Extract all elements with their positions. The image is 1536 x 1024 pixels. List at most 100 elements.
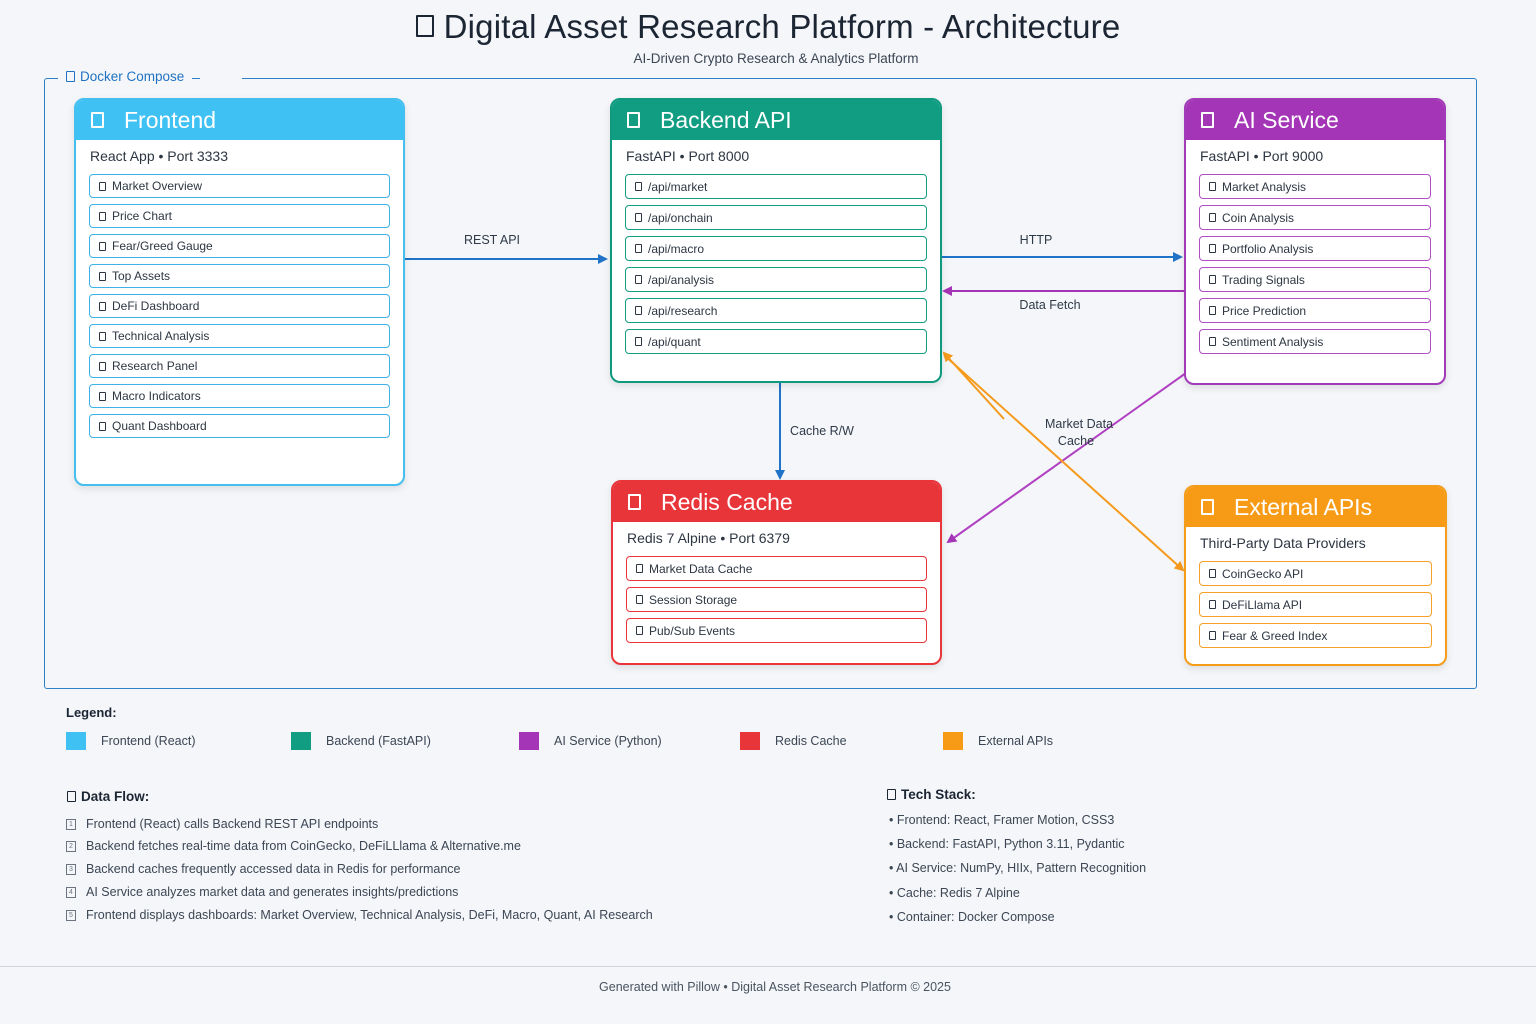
- page-title: Digital Asset Research Platform - Archit…: [0, 8, 1536, 46]
- item-icon: [1209, 182, 1216, 191]
- item-icon: [636, 564, 643, 573]
- step-number: 4: [66, 886, 76, 898]
- item-icon: [99, 241, 106, 251]
- data-flow-step: 3 Backend caches frequently accessed data…: [66, 862, 461, 876]
- service-item: /api/quant: [625, 329, 927, 354]
- ai-service-box: AI Service FastAPI • Port 9000 Market An…: [1184, 98, 1446, 385]
- frontend-items: Market Overview Price Chart Fear/Greed Gau…: [76, 174, 403, 438]
- service-item: /api/macro: [625, 236, 927, 261]
- step-number: 3: [66, 863, 76, 875]
- legend-swatch: [66, 732, 86, 750]
- legend-label: External APIs: [978, 734, 1054, 748]
- item-icon: [635, 182, 642, 191]
- item-icon: [99, 181, 106, 191]
- item-icon: [1209, 569, 1216, 578]
- step-text: Backend fetches real-time data from Coin…: [86, 839, 521, 853]
- legend-label: AI Service (Python): [554, 734, 662, 748]
- service-item: Market Overview: [89, 174, 390, 198]
- service-item-label: /api/research: [648, 303, 718, 318]
- tech-stack-icon: [887, 788, 896, 800]
- tech-stack-line: • Backend: FastAPI, Python 3.11, Pydanti…: [889, 837, 1125, 851]
- service-item: Technical Analysis: [89, 324, 390, 348]
- item-icon: [635, 306, 642, 315]
- app-icon: [415, 15, 434, 38]
- legend-label: Backend (FastAPI): [326, 734, 431, 748]
- http-label: HTTP: [1019, 233, 1053, 247]
- service-item-label: /api/analysis: [648, 272, 715, 287]
- service-item-label: DeFiLlama API: [1222, 597, 1303, 612]
- service-item-label: Trading Signals: [1222, 272, 1305, 287]
- legend-item-external: External APIs: [943, 731, 1053, 751]
- service-item-label: Fear/Greed Gauge: [112, 239, 213, 253]
- item-icon: [99, 271, 106, 281]
- legend-swatch: [740, 732, 760, 750]
- service-item-label: Market Analysis: [1222, 179, 1307, 194]
- service-item-label: Top Assets: [112, 269, 171, 283]
- item-icon: [99, 421, 106, 431]
- service-item: Research Panel: [89, 354, 390, 378]
- redis-header: Redis Cache: [613, 482, 940, 522]
- service-item-label: /api/onchain: [648, 210, 713, 225]
- service-item: /api/market: [625, 174, 927, 199]
- item-icon: [635, 337, 642, 346]
- service-item-label: Research Panel: [112, 359, 198, 373]
- backend-title: Backend API: [660, 106, 792, 133]
- tech-stack-line: • Container: Docker Compose: [889, 910, 1055, 924]
- frontend-icon: [91, 112, 104, 128]
- data-flow-step: 4 AI Service analyzes market data and gen…: [66, 885, 458, 899]
- redis-service-box: Redis Cache Redis 7 Alpine • Port 6379 M…: [611, 480, 942, 665]
- item-icon: [99, 301, 106, 311]
- service-item: Sentiment Analysis: [1199, 329, 1431, 354]
- backend-items: /api/market/api/onchain/api/macro/api/an…: [612, 174, 940, 354]
- step-number: 2: [66, 840, 76, 852]
- data-flow-step: 5 Frontend displays dashboards: Market Ov…: [66, 908, 653, 922]
- step-text: Backend caches frequently accessed data …: [86, 862, 461, 876]
- backend-header: Backend API: [612, 100, 940, 140]
- data-fetch-label: Data Fetch: [1019, 298, 1081, 312]
- ai-icon: [1201, 112, 1214, 128]
- service-item-label: Sentiment Analysis: [1222, 334, 1324, 349]
- legend-item-ai: AI Service (Python): [519, 731, 662, 751]
- external-title: External APIs: [1234, 493, 1373, 520]
- service-item: Macro Indicators: [89, 384, 390, 408]
- service-item-label: Coin Analysis: [1222, 210, 1295, 225]
- step-text: Frontend displays dashboards: Market Ove…: [86, 908, 653, 922]
- item-icon: [99, 211, 106, 221]
- service-item: Price Prediction: [1199, 298, 1431, 323]
- item-icon: [1209, 600, 1216, 609]
- service-item-label: CoinGecko API: [1222, 566, 1304, 581]
- frame-gap: [200, 72, 242, 84]
- redis-title: Redis Cache: [661, 488, 793, 515]
- item-icon: [635, 213, 642, 222]
- item-icon: [635, 275, 642, 284]
- market-data-cache-label-line1: Market Data: [1044, 417, 1114, 431]
- service-item-label: /api/market: [648, 179, 708, 194]
- docker-compose-label-text: Docker Compose: [80, 69, 185, 84]
- backend-icon: [627, 112, 640, 128]
- step-text: AI Service analyzes market data and gene…: [86, 885, 459, 899]
- external-items: CoinGecko API DeFiLlama API Fear & Greed I…: [1186, 561, 1445, 648]
- ai-header: AI Service: [1186, 100, 1444, 140]
- service-item: DeFiLlama API: [1199, 592, 1432, 617]
- footer-text: Generated with Pillow • Digital Asset Re…: [599, 980, 951, 994]
- item-icon: [1209, 306, 1216, 315]
- service-item-label: Portfolio Analysis: [1222, 241, 1314, 256]
- service-item: DeFi Dashboard: [89, 294, 390, 318]
- service-item: Market Analysis: [1199, 174, 1431, 199]
- legend-label: Frontend (React): [101, 734, 196, 748]
- page-title-text: Digital Asset Research Platform - Archit…: [443, 8, 1121, 45]
- service-item: Trading Signals: [1199, 267, 1431, 292]
- service-item: /api/research: [625, 298, 927, 323]
- service-item: Pub/Sub Events: [626, 618, 927, 643]
- legend-swatch: [943, 732, 963, 750]
- market-data-cache-label: Market Data Cache: [1040, 416, 1118, 450]
- legend-item-redis: Redis Cache: [740, 731, 847, 751]
- cache-rw-label: Cache R/W: [790, 424, 854, 438]
- tech-stack-title-text: Tech Stack:: [901, 787, 976, 802]
- service-item-label: Price Prediction: [1222, 303, 1307, 318]
- service-item-label: Market Overview: [112, 179, 203, 193]
- service-item-label: Session Storage: [649, 592, 738, 607]
- data-flow-title: Data Flow:: [67, 789, 149, 804]
- frontend-title: Frontend: [124, 106, 217, 133]
- legend-swatch: [519, 732, 539, 750]
